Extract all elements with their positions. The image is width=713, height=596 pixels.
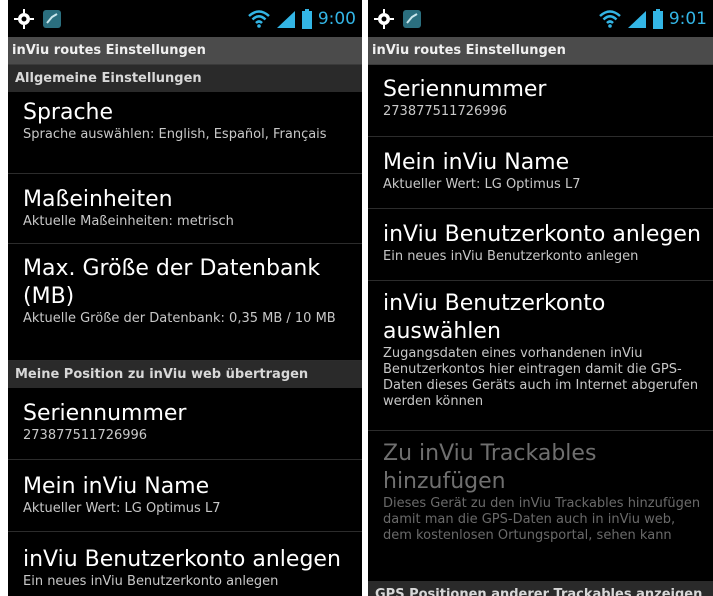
status-time: 9:00 bbox=[317, 9, 356, 29]
setting-title: Zu inViu Trackables hinzufügen bbox=[383, 441, 597, 494]
setting-summary: Aktueller Wert: LG Optimus L7 bbox=[383, 177, 581, 192]
signal-icon bbox=[627, 10, 647, 28]
app-icon bbox=[402, 9, 422, 29]
setting-title: inViu Benutzerkonto anlegen bbox=[23, 547, 341, 572]
setting-serial[interactable]: Seriennummer 273877511726996 bbox=[368, 65, 713, 137]
setting-inviu-name[interactable]: Mein inViu Name Aktueller Wert: LG Optim… bbox=[368, 137, 713, 209]
setting-summary: Sprache auswählen: English, Español, Fra… bbox=[23, 127, 327, 142]
setting-summary: Zugangsdaten eines vorhandenen inViu Ben… bbox=[383, 346, 699, 409]
setting-create-account[interactable]: inViu Benutzerkonto anlegen Ein neues in… bbox=[368, 209, 713, 281]
setting-title: Seriennummer bbox=[383, 77, 547, 102]
setting-db-size[interactable]: Max. Größe der Datenbank (MB) Aktuelle G… bbox=[8, 244, 362, 361]
wifi-icon bbox=[247, 10, 270, 28]
setting-summary: 273877511726996 bbox=[23, 428, 148, 443]
setting-language[interactable]: Sprache Sprache auswählen: English, Espa… bbox=[8, 92, 362, 174]
setting-title: inViu Benutzerkonto auswählen bbox=[383, 291, 606, 344]
setting-select-account[interactable]: inViu Benutzerkonto auswählen Zugangsdat… bbox=[368, 281, 713, 431]
section-header-position: Meine Position zu inViu web übertragen bbox=[8, 361, 362, 388]
section-header-trackables: GPS Positionen anderer Trackables anzeig… bbox=[368, 581, 713, 596]
page-title: inViu routes Einstellungen bbox=[368, 37, 713, 65]
status-time: 9:01 bbox=[668, 9, 707, 29]
setting-summary: Aktueller Wert: LG Optimus L7 bbox=[23, 501, 221, 516]
settings-list: Seriennummer 273877511726996 Mein inViu … bbox=[368, 65, 713, 596]
setting-title: Max. Größe der Datenbank (MB) bbox=[23, 256, 321, 309]
setting-title: Seriennummer bbox=[23, 401, 187, 426]
battery-icon bbox=[652, 9, 663, 29]
setting-add-trackables: Zu inViu Trackables hinzufügen Dieses Ge… bbox=[368, 431, 713, 581]
setting-summary: Dieses Gerät zu den inViu Trackables hin… bbox=[383, 496, 701, 543]
app-icon bbox=[42, 9, 62, 29]
setting-title: inViu Benutzerkonto anlegen bbox=[383, 222, 701, 247]
gps-icon bbox=[374, 9, 394, 29]
gps-icon bbox=[14, 9, 34, 29]
setting-units[interactable]: Maßeinheiten Aktuelle Maßeinheiten: metr… bbox=[8, 174, 362, 244]
settings-screen-right: 9:01 inViu routes Einstellungen Seriennu… bbox=[368, 0, 713, 596]
status-bar: 9:01 bbox=[368, 6, 713, 36]
status-bar: 9:00 bbox=[8, 6, 362, 36]
signal-icon bbox=[276, 10, 296, 28]
settings-screen-left: 9:00 inViu routes Einstellungen Allgemei… bbox=[8, 0, 362, 596]
setting-serial[interactable]: Seriennummer 273877511726996 bbox=[8, 388, 362, 460]
setting-inviu-name[interactable]: Mein inViu Name Aktueller Wert: LG Optim… bbox=[8, 460, 362, 532]
setting-summary: 273877511726996 bbox=[383, 104, 508, 119]
setting-title: Mein inViu Name bbox=[383, 150, 570, 175]
setting-summary: Ein neues inViu Benutzerkonto anlegen bbox=[383, 249, 639, 264]
setting-title: Maßeinheiten bbox=[23, 187, 173, 212]
setting-summary: Aktuelle Größe der Datenbank: 0,35 MB / … bbox=[23, 311, 336, 326]
battery-icon bbox=[301, 9, 312, 29]
section-header-general: Allgemeine Einstellungen bbox=[8, 65, 362, 92]
wifi-icon bbox=[598, 10, 621, 28]
setting-summary: Ein neues inViu Benutzerkonto anlegen bbox=[23, 574, 279, 589]
setting-title: Sprache bbox=[23, 100, 114, 125]
settings-list: Allgemeine Einstellungen Sprache Sprache… bbox=[8, 65, 362, 596]
setting-create-account[interactable]: inViu Benutzerkonto anlegen Ein neues in… bbox=[8, 532, 362, 596]
setting-title: Mein inViu Name bbox=[23, 474, 210, 499]
setting-summary: Aktuelle Maßeinheiten: metrisch bbox=[23, 214, 234, 229]
page-title: inViu routes Einstellungen bbox=[8, 37, 362, 65]
